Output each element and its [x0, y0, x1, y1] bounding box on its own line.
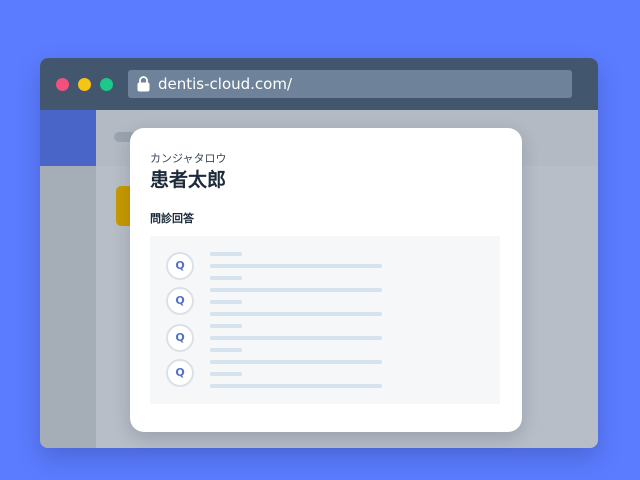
- minimize-window-button[interactable]: [78, 78, 91, 91]
- question-placeholder-line: [210, 300, 242, 304]
- question-placeholder-line: [210, 252, 242, 256]
- answer-placeholder-line: [210, 384, 382, 388]
- question-placeholder-line: [210, 276, 242, 280]
- answer-placeholder-line: [210, 288, 382, 292]
- question-placeholder-line: [210, 348, 242, 352]
- answer-placeholder-line: [210, 360, 382, 364]
- question-badge: Q: [166, 359, 194, 387]
- url-text: dentis-cloud.com/: [158, 75, 293, 93]
- patient-name-kana: カンジャタロウ: [150, 152, 227, 165]
- questionnaire-answers-list: Q Q Q Q: [150, 236, 500, 404]
- browser-titlebar: dentis-cloud.com/: [40, 58, 598, 110]
- maximize-window-button[interactable]: [100, 78, 113, 91]
- lock-icon: [137, 76, 150, 92]
- patient-questionnaire-modal: カンジャタロウ 患者太郎 問診回答 Q Q Q Q: [130, 128, 522, 432]
- answer-placeholder-line: [210, 264, 382, 268]
- question-placeholder-line: [210, 372, 242, 376]
- close-window-button[interactable]: [56, 78, 69, 91]
- patient-name: 患者太郎: [150, 169, 227, 191]
- question-badge: Q: [166, 324, 194, 352]
- app-logo-area: [40, 110, 96, 166]
- question-badge: Q: [166, 252, 194, 280]
- address-bar[interactable]: dentis-cloud.com/: [128, 70, 572, 98]
- answer-placeholder-line: [210, 336, 382, 340]
- question-badge: Q: [166, 287, 194, 315]
- answer-placeholder-line: [210, 312, 382, 316]
- questionnaire-section-title: 問診回答: [150, 212, 194, 225]
- question-placeholder-line: [210, 324, 242, 328]
